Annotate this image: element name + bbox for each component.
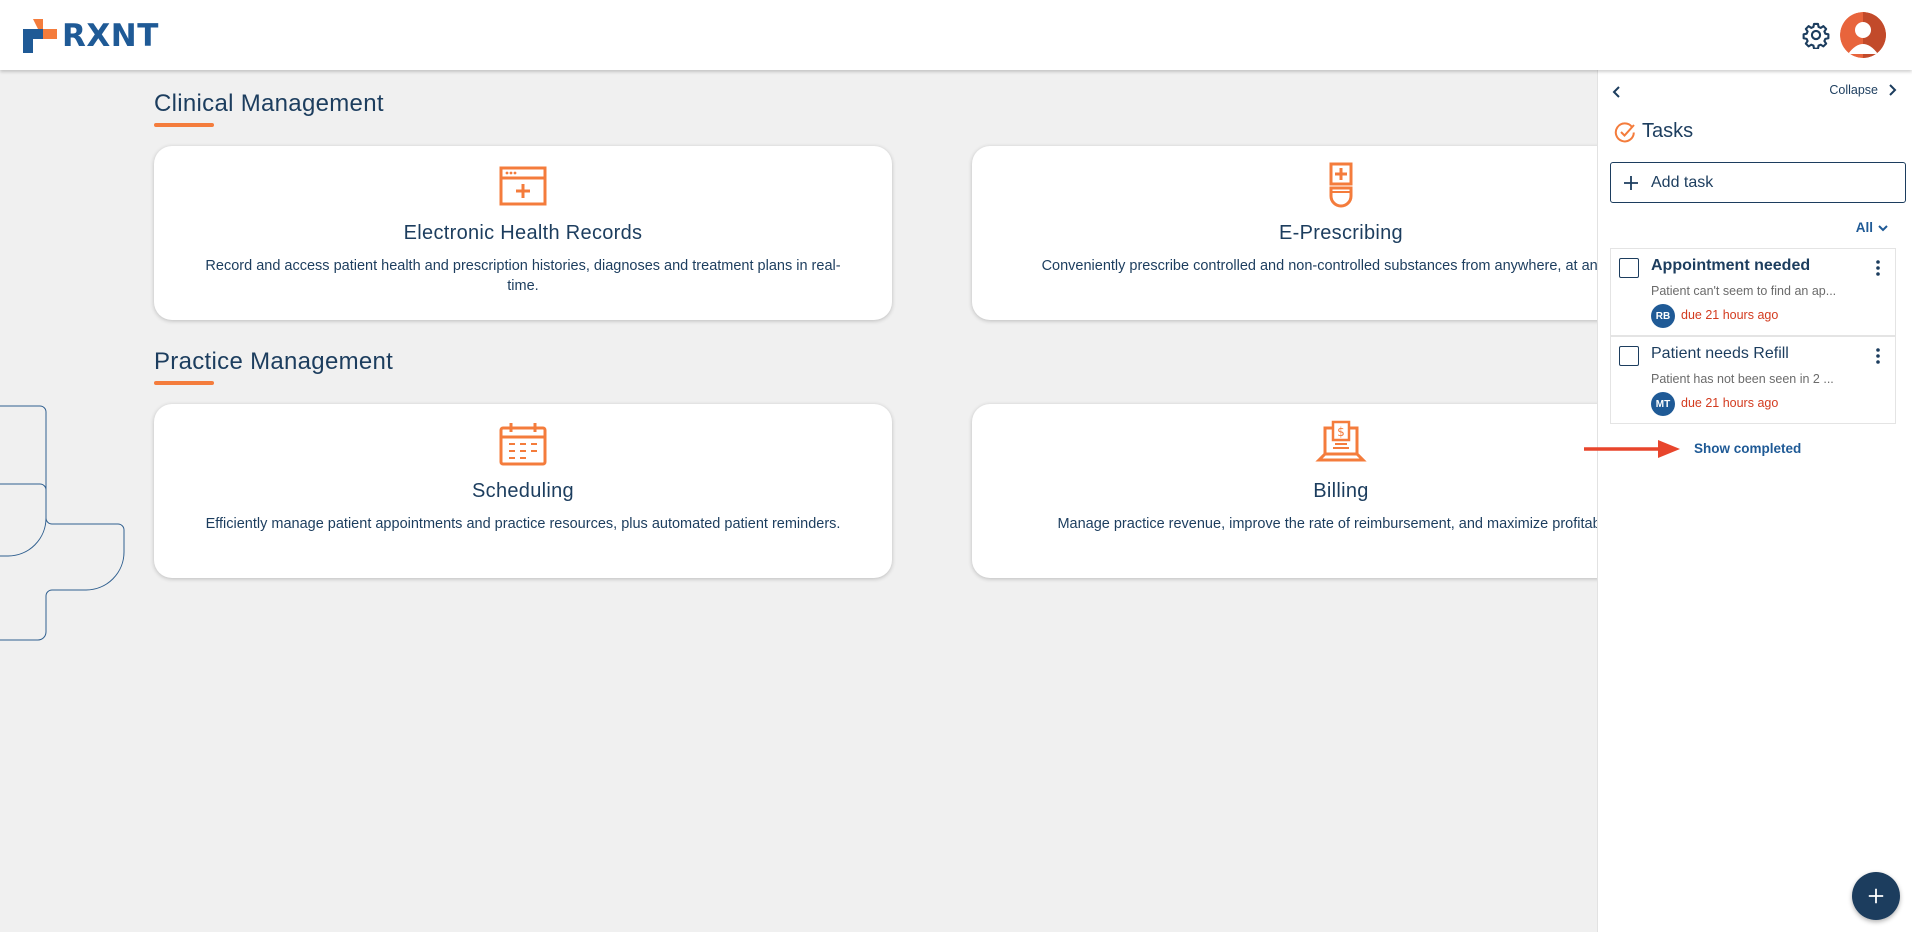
check-circle-icon [1614, 121, 1635, 142]
task-item[interactable]: Patient needs Refill Patient has not bee… [1610, 336, 1896, 424]
section-underline [154, 381, 214, 385]
assignee-avatar: MT [1651, 392, 1675, 416]
calendar-icon [499, 423, 547, 466]
add-fab-button[interactable] [1852, 872, 1900, 920]
task-item[interactable]: Appointment needed Patient can't seem to… [1610, 248, 1896, 336]
tasks-title: Tasks [1642, 120, 1694, 142]
card-description: Efficiently manage patient appointments … [205, 516, 841, 532]
collapse-label: Collapse [1829, 83, 1878, 97]
user-avatar-icon[interactable] [1840, 12, 1886, 58]
rxnt-cross-icon [23, 19, 57, 53]
top-bar: RXNT [0, 0, 1912, 70]
chevron-left-icon[interactable] [1608, 82, 1626, 102]
section-title-clinical: Clinical Management [154, 90, 384, 117]
card-billing[interactable]: $ Billing Manage practice revenue, impro… [972, 404, 1597, 578]
task-filter-dropdown[interactable]: All [1856, 220, 1890, 235]
prescription-bottle-icon [1329, 162, 1353, 208]
card-e-prescribing[interactable]: E-Prescribing Conveniently prescribe con… [972, 146, 1597, 320]
card-title: E-Prescribing [1279, 222, 1403, 244]
task-checkbox[interactable] [1619, 258, 1639, 278]
laptop-billing-icon: $ [1315, 420, 1367, 462]
task-title: Patient needs Refill [1651, 345, 1789, 362]
task-due-date: due 21 hours ago [1681, 396, 1779, 410]
card-scheduling[interactable]: Scheduling Efficiently manage patient ap… [154, 404, 892, 578]
task-checkbox[interactable] [1619, 346, 1639, 366]
card-description: Manage practice revenue, improve the rat… [1057, 516, 1597, 532]
logo-text: RXNT [62, 18, 159, 54]
task-description: Patient can't seem to find an ap... [1651, 284, 1837, 298]
card-electronic-health-records[interactable]: Electronic Health Records Record and acc… [154, 146, 892, 320]
tasks-header: Tasks [1614, 120, 1693, 143]
add-task-input[interactable]: Add task [1610, 162, 1906, 203]
svg-text:$: $ [1337, 425, 1345, 439]
chevron-right-icon [1889, 84, 1897, 96]
chevron-down-icon [1878, 224, 1888, 231]
card-title: Scheduling [472, 480, 574, 502]
rxnt-logo[interactable]: RXNT [20, 16, 159, 56]
assignee-avatar: RB [1651, 304, 1675, 328]
card-title: Billing [1313, 480, 1369, 502]
task-due-date: due 21 hours ago [1681, 308, 1779, 322]
settings-gear-icon[interactable] [1802, 21, 1830, 50]
card-description: Record and access patient health and pre… [205, 258, 841, 294]
plus-icon [1868, 888, 1884, 904]
ehr-window-icon [499, 166, 547, 206]
section-title-practice: Practice Management [154, 348, 394, 375]
add-task-label: Add task [1651, 173, 1714, 191]
task-title: Appointment needed [1651, 257, 1811, 274]
filter-label: All [1855, 220, 1873, 235]
show-completed-link[interactable]: Show completed [1694, 441, 1801, 456]
collapse-button[interactable]: Collapse [1829, 80, 1898, 100]
plus-icon [1624, 175, 1638, 190]
more-vertical-icon[interactable] [1871, 258, 1885, 278]
tasks-panel: Collapse Tasks Add task All Appointment … [1597, 70, 1912, 932]
main-content: Clinical Management Electronic Health Re… [0, 70, 1597, 932]
annotation-arrow-icon [1584, 440, 1680, 458]
section-underline [154, 123, 214, 127]
task-description: Patient has not been seen in 2 ... [1651, 372, 1834, 386]
more-vertical-icon[interactable] [1871, 346, 1885, 366]
card-description: Conveniently prescribe controlled and no… [1041, 258, 1597, 274]
card-title: Electronic Health Records [403, 222, 643, 244]
